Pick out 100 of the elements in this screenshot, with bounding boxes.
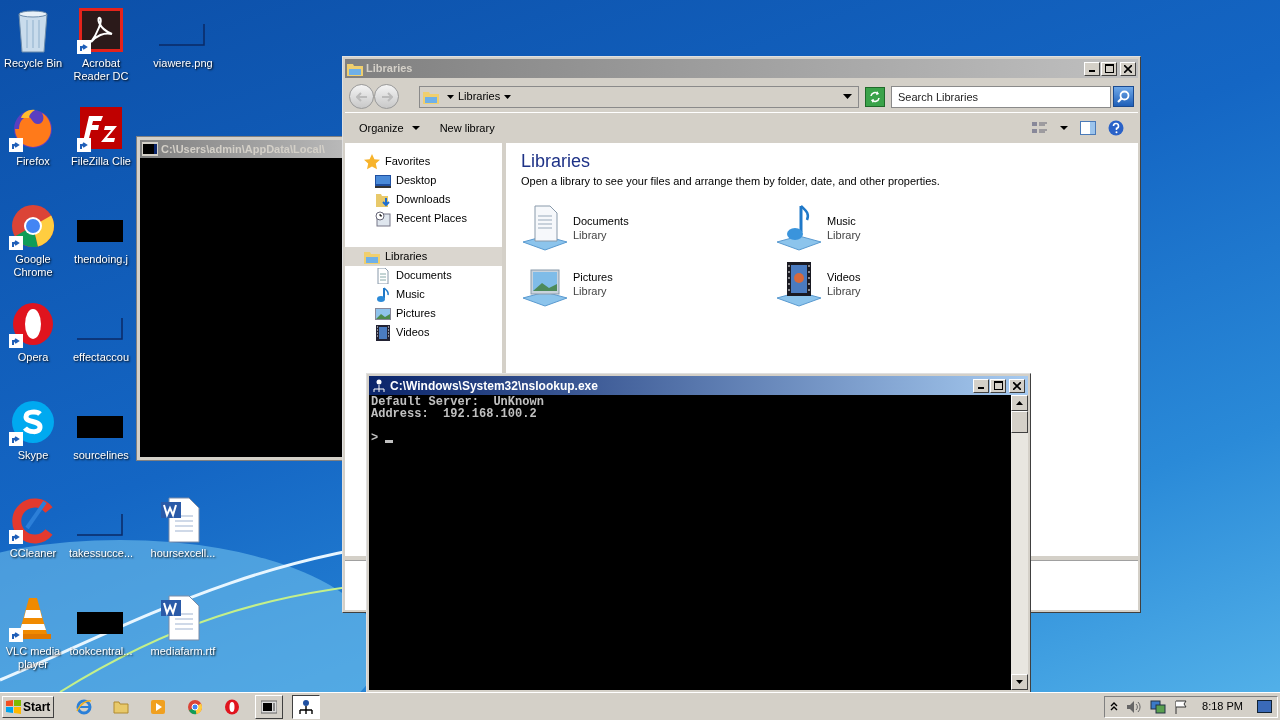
- empty-thumbnail-icon: [77, 514, 123, 536]
- desktop-icon-label[interactable]: Skype: [17, 449, 49, 462]
- thumbnail-icon: [77, 220, 123, 242]
- page-description: Open a library to see your files and arrange them by folder, date, and other properties.: [521, 174, 941, 189]
- minimize-button[interactable]: [1084, 61, 1100, 76]
- desktop-icon-label[interactable]: FileZilla Clie: [71, 155, 131, 168]
- library-type: Library: [573, 283, 608, 298]
- taskbar-button[interactable]: [292, 694, 321, 719]
- network-icon: [298, 698, 315, 715]
- caret-icon: [411, 126, 420, 130]
- minimize-icon: [978, 387, 984, 389]
- music-library-icon: [775, 203, 823, 252]
- window-title: Libraries: [366, 61, 413, 77]
- scroll-down-icon: [1016, 680, 1023, 684]
- close-icon: [1013, 381, 1021, 390]
- address-bar[interactable]: Libraries: [419, 85, 860, 108]
- page-heading: Libraries: [521, 150, 592, 173]
- folder-icon: [113, 698, 130, 715]
- start-button[interactable]: Start: [2, 695, 55, 718]
- desktop-icon: [375, 172, 391, 189]
- recent-places-icon: [375, 210, 391, 227]
- desktop-icon-label[interactable]: effectaccou: [72, 351, 130, 364]
- picture-icon: [375, 305, 391, 322]
- refresh-icon: [869, 90, 882, 103]
- library-name: Music: [827, 213, 857, 228]
- desktop-icon-label[interactable]: Recycle Bin: [3, 57, 63, 70]
- minimize-button[interactable]: [973, 378, 989, 393]
- desktop-icon-label[interactable]: Opera: [17, 351, 49, 364]
- desktop-icon-label[interactable]: Acrobat Reader DC: [68, 57, 134, 83]
- play-icon: [150, 698, 167, 715]
- close-button[interactable]: [1009, 378, 1025, 393]
- maximize-button[interactable]: [990, 378, 1006, 393]
- thumbnail-icon: [77, 416, 123, 438]
- library-type: Library: [573, 227, 608, 242]
- library-item[interactable]: Documents Library: [521, 203, 681, 252]
- chrome-icon: [187, 698, 204, 715]
- preview-pane-icon[interactable]: [1080, 121, 1096, 135]
- dropdown-caret-icon: [843, 94, 853, 99]
- toolbar-button[interactable]: Organize: [359, 119, 420, 137]
- window-title: C:\Users\admin\AppData\Local\: [161, 141, 325, 157]
- library-name: Pictures: [573, 269, 613, 284]
- library-item[interactable]: Music Library: [775, 203, 935, 252]
- caret-icon[interactable]: [1060, 126, 1068, 130]
- pdf-app-icon: [77, 6, 125, 54]
- maximize-icon: [993, 381, 1003, 390]
- desktop-icon-label[interactable]: Firefox: [16, 155, 50, 168]
- console-prompt: >: [371, 432, 379, 444]
- library-name: Documents: [573, 213, 629, 228]
- nav-item[interactable]: Desktop: [345, 171, 502, 190]
- maximize-button[interactable]: [1101, 61, 1117, 76]
- flag-icon[interactable]: [1174, 699, 1188, 714]
- clock[interactable]: 8:18 PM: [1202, 698, 1243, 715]
- nav-item[interactable]: Recent Places: [345, 209, 502, 228]
- film-strip-icon: [375, 324, 391, 341]
- library-item[interactable]: Pictures Library: [521, 259, 681, 308]
- library-item[interactable]: Videos Library: [775, 259, 935, 308]
- nav-item[interactable]: Documents: [345, 266, 502, 285]
- help-icon[interactable]: [1108, 120, 1124, 136]
- window-title: C:\Windows\System32\nslookup.exe: [390, 377, 598, 395]
- scrollbar[interactable]: [1011, 395, 1028, 690]
- scroll-thumb[interactable]: [1011, 411, 1028, 433]
- maximize-icon: [1104, 64, 1114, 73]
- close-button[interactable]: [1120, 61, 1136, 76]
- library-name: Videos: [827, 269, 861, 284]
- nav-item[interactable]: Pictures: [345, 304, 502, 323]
- filezilla-icon: [77, 104, 125, 152]
- browser-e-icon: [76, 698, 93, 715]
- opera-icon: [224, 698, 241, 715]
- refresh-button[interactable]: [865, 86, 885, 107]
- console-line: Address: 192.168.100.2: [371, 408, 538, 420]
- thumbnail-icon: [77, 612, 123, 634]
- desktop-icon-label[interactable]: Google Chrome: [0, 253, 66, 279]
- desktop-icon-label[interactable]: thendoing.j: [74, 253, 128, 266]
- toolbar-button[interactable]: New library: [439, 119, 495, 137]
- chrome-icon: [9, 202, 57, 250]
- nav-item[interactable]: Favorites: [345, 152, 502, 171]
- speaker-icon[interactable]: [1126, 699, 1142, 714]
- show-desktop-icon[interactable]: [1257, 700, 1272, 713]
- network-icon[interactable]: [1150, 699, 1166, 714]
- star-icon: [364, 153, 380, 170]
- nav-item[interactable]: Videos: [345, 323, 502, 342]
- desktop-icon-label[interactable]: viawere.png: [153, 57, 213, 70]
- video-library-icon: [775, 259, 823, 308]
- skype-icon: [9, 398, 57, 446]
- document-library-icon: [521, 203, 569, 252]
- search-field[interactable]: Search Libraries: [891, 85, 1111, 108]
- chevron-up-icon[interactable]: [1110, 702, 1118, 711]
- nav-item[interactable]: Downloads: [345, 190, 502, 209]
- nav-item[interactable]: Libraries: [345, 247, 502, 266]
- address-crumb[interactable]: Libraries: [458, 88, 501, 105]
- console-line: Default Server: UnKnown: [371, 396, 545, 408]
- console-icon: [142, 142, 158, 156]
- nav-item[interactable]: Music: [345, 285, 502, 304]
- desktop-icon-label[interactable]: sourcelines: [73, 449, 129, 462]
- search-button[interactable]: [1113, 86, 1134, 107]
- console-icon: [261, 698, 278, 715]
- text-cursor: [385, 440, 394, 443]
- download-folder-icon: [375, 191, 391, 208]
- network-icon: [372, 378, 386, 393]
- library-type: Library: [827, 227, 861, 242]
